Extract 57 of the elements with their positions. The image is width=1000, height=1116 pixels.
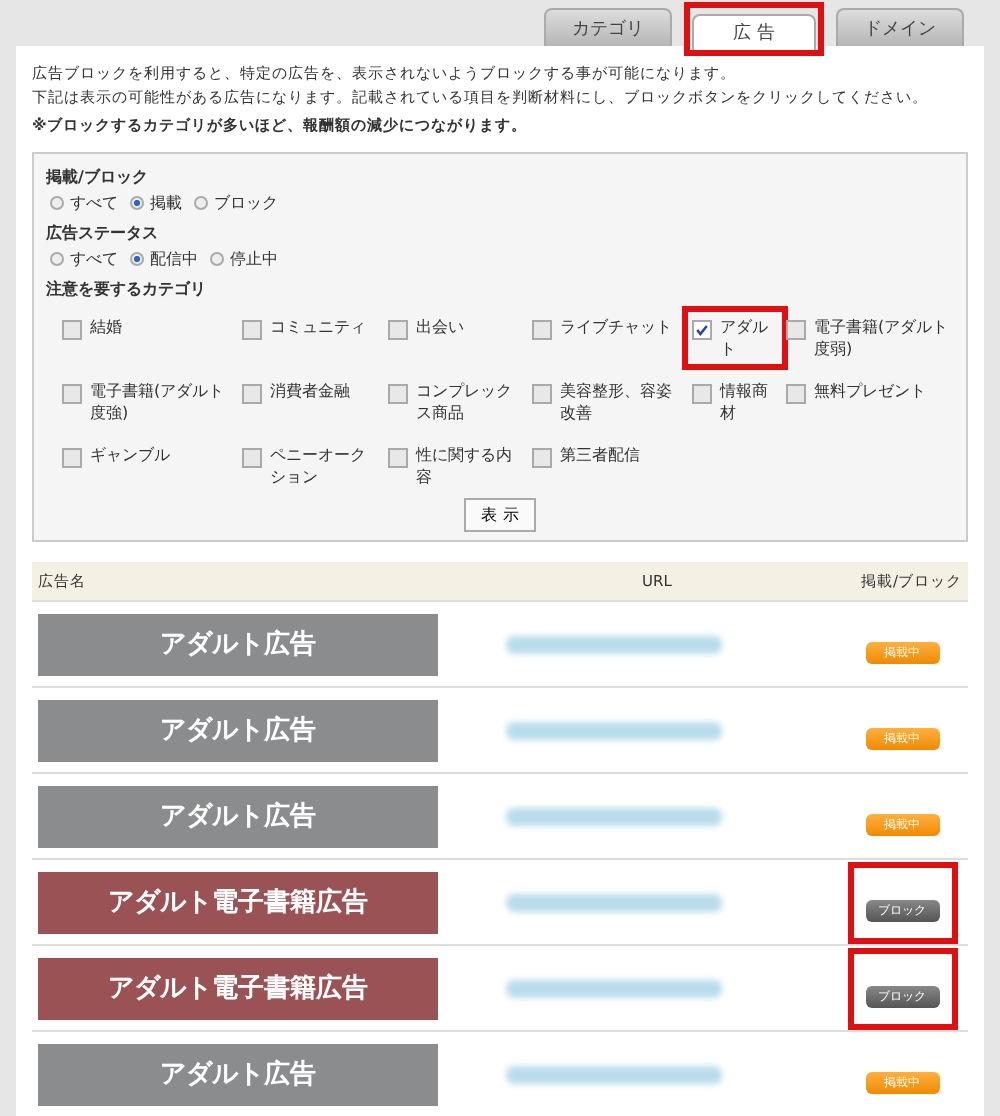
checkbox[interactable] bbox=[62, 384, 82, 404]
checkbox-label: 美容整形、容姿改善 bbox=[560, 380, 674, 424]
ad-banner: アダルト電子書籍広告 bbox=[38, 871, 438, 933]
radio-button[interactable] bbox=[50, 252, 64, 266]
radio-label: 掲載 bbox=[150, 192, 182, 214]
filter-label: 広告ステータス bbox=[46, 222, 160, 244]
checkbox[interactable] bbox=[532, 384, 552, 404]
ad-banner: アダルト広告 bbox=[38, 699, 438, 761]
checkbox-label: アダルト bbox=[720, 316, 770, 360]
checkbox[interactable] bbox=[786, 384, 806, 404]
tab[interactable]: カテゴリ bbox=[544, 8, 672, 46]
radio-button[interactable] bbox=[130, 252, 144, 266]
checkbox[interactable] bbox=[786, 320, 806, 340]
checkbox-label: ライブチャット bbox=[560, 316, 672, 338]
radio-label: ブロック bbox=[214, 192, 278, 214]
checkbox-label: 電子書籍(アダルト度弱) bbox=[814, 316, 950, 360]
checkbox-label: 性に関する内容 bbox=[416, 444, 514, 488]
checkbox-label: 結婚 bbox=[90, 316, 122, 338]
show-button[interactable]: 表 示 bbox=[463, 498, 537, 532]
checkbox-label: コミュニティ bbox=[270, 316, 366, 338]
checkbox-label: ペニーオークション bbox=[270, 444, 368, 488]
checkbox[interactable] bbox=[692, 384, 712, 404]
checkbox[interactable] bbox=[62, 320, 82, 340]
checkbox[interactable] bbox=[388, 320, 408, 340]
tab[interactable]: ドメイン bbox=[836, 8, 964, 46]
checkbox[interactable] bbox=[532, 448, 552, 468]
checkbox-label: 出会い bbox=[416, 316, 464, 338]
checkbox[interactable] bbox=[242, 448, 262, 468]
tab[interactable]: 広 告 bbox=[692, 14, 816, 50]
radio-button[interactable] bbox=[210, 252, 224, 266]
checkbox-label: 電子書籍(アダルト度強) bbox=[90, 380, 227, 424]
checkbox-label: ギャンブル bbox=[90, 444, 170, 466]
radio-label: 停止中 bbox=[230, 248, 278, 270]
checkbox[interactable] bbox=[242, 320, 262, 340]
checkbox[interactable] bbox=[388, 384, 408, 404]
ad-banner: アダルト広告 bbox=[38, 613, 438, 675]
ad-banner: アダルト広告 bbox=[38, 785, 438, 847]
radio-label: すべて bbox=[70, 192, 118, 214]
checkbox-label: 無料プレゼント bbox=[814, 380, 926, 402]
radio-label: 配信中 bbox=[150, 248, 198, 270]
checkbox[interactable] bbox=[62, 448, 82, 468]
ad-banner: アダルト広告 bbox=[38, 1043, 438, 1105]
checkbox-label: 消費者金融 bbox=[270, 380, 350, 402]
filter-label: 掲載/ブロック bbox=[46, 166, 150, 188]
ad-banner: アダルト電子書籍広告 bbox=[38, 957, 438, 1019]
radio-button[interactable] bbox=[130, 196, 144, 210]
checkbox-label: 第三者配信 bbox=[560, 444, 640, 466]
checkbox[interactable] bbox=[692, 320, 712, 340]
checkbox-label: 情報商材 bbox=[720, 380, 770, 424]
checkbox[interactable] bbox=[242, 384, 262, 404]
checkbox[interactable] bbox=[388, 448, 408, 468]
checkbox[interactable] bbox=[532, 320, 552, 340]
checkbox-label: コンプレックス商品 bbox=[416, 380, 514, 424]
filter-label: 注意を要するカテゴリ bbox=[46, 278, 208, 300]
radio-label: すべて bbox=[70, 248, 118, 270]
radio-button[interactable] bbox=[50, 196, 64, 210]
radio-button[interactable] bbox=[194, 196, 208, 210]
